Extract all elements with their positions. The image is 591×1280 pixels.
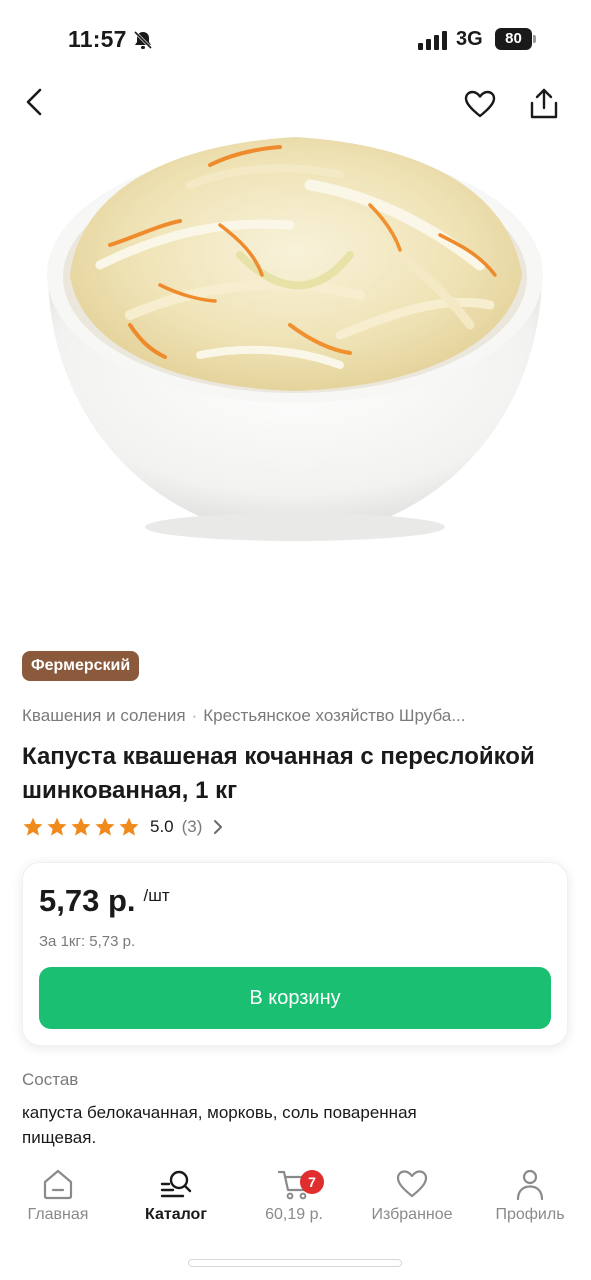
cart-count-badge: 7 xyxy=(300,1170,324,1194)
heart-icon xyxy=(396,1170,428,1198)
breadcrumb-producer[interactable]: Крестьянское хозяйство Шруба... xyxy=(203,706,465,725)
rating-stars xyxy=(22,816,140,838)
breadcrumb-category[interactable]: Квашения и соления xyxy=(22,706,186,725)
unit-price: За 1кг: 5,73 р. xyxy=(39,933,136,950)
share-icon xyxy=(530,88,558,119)
star-icon xyxy=(119,817,139,836)
back-button[interactable] xyxy=(16,84,52,120)
composition-label: Состав xyxy=(22,1070,79,1089)
home-icon xyxy=(43,1169,73,1200)
product-title: Капуста квашеная кочанная с переслойкой … xyxy=(22,743,535,804)
star-icon xyxy=(95,817,115,836)
tab-catalog[interactable]: Каталог xyxy=(126,1168,226,1238)
farmer-badge: Фермерский xyxy=(22,651,140,681)
breadcrumb: Квашения и соления · Крестьянское хозяйств… xyxy=(22,706,562,726)
star-icon xyxy=(23,817,43,836)
rating-count: (3) xyxy=(181,817,203,836)
add-to-cart-button[interactable]: В корзину xyxy=(39,967,551,1029)
tab-catalog-label: Каталог xyxy=(145,1206,207,1223)
star-icon xyxy=(47,817,67,836)
network-label: 3G xyxy=(456,28,483,50)
price-card: 5,73 р. /шт За 1кг: 5,73 р. В корзину xyxy=(22,862,568,1046)
price-value: 5,73 р. xyxy=(39,883,136,918)
heart-icon xyxy=(464,90,496,118)
price-row: 5,73 р. /шт xyxy=(39,883,170,919)
tab-home[interactable]: Главная xyxy=(8,1168,108,1238)
back-arrow-icon xyxy=(26,88,42,116)
tab-favorites[interactable]: Избранное xyxy=(362,1168,462,1238)
tab-favorites-label: Избранное xyxy=(371,1206,453,1223)
product-image xyxy=(47,137,543,541)
profile-icon xyxy=(516,1169,544,1200)
signal-icon xyxy=(418,31,447,50)
star-icon xyxy=(71,817,91,836)
rating-value: 5.0 xyxy=(150,817,174,836)
tab-home-label: Главная xyxy=(27,1206,89,1223)
catalog-search-icon xyxy=(160,1170,192,1198)
battery-level: 80 xyxy=(495,28,532,50)
breadcrumb-separator: · xyxy=(191,706,198,725)
price-unit: /шт xyxy=(143,886,170,905)
favorite-button[interactable] xyxy=(460,86,500,122)
battery-icon: 80 xyxy=(495,28,537,50)
home-indicator xyxy=(188,1259,402,1267)
tab-profile-label: Профиль xyxy=(495,1206,565,1223)
share-button[interactable] xyxy=(524,84,564,124)
battery-cap xyxy=(533,35,536,43)
status-time: 11:57 xyxy=(68,26,127,52)
rating-row[interactable]: 5.0 (3) xyxy=(22,814,224,840)
status-bar: 11:57 3G 80 xyxy=(0,0,591,80)
tab-cart-label: 60,19 р. xyxy=(265,1206,323,1223)
product-screen: 11:57 3G 80 Фермерский Квашения и солени… xyxy=(0,0,591,1280)
chevron-right-icon xyxy=(214,820,223,834)
composition-text: капуста белокачанная, морковь, соль пова… xyxy=(22,1103,417,1147)
tab-cart[interactable]: 7 60,19 р. xyxy=(244,1168,344,1238)
mute-icon xyxy=(133,30,153,50)
tab-profile[interactable]: Профиль xyxy=(480,1168,580,1238)
